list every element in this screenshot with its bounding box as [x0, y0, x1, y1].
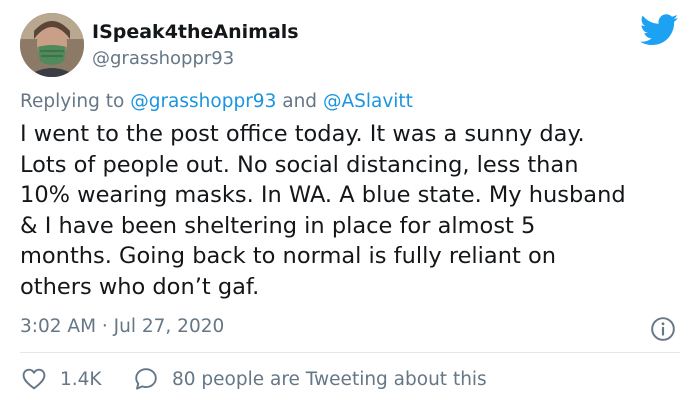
- tweet-text: I went to the post office today. It was …: [20, 119, 688, 303]
- tweet-text-line: Lots of people out. No social distancing…: [20, 151, 579, 178]
- tweet-timestamp[interactable]: 3:02 AM · Jul 27, 2020: [20, 316, 224, 337]
- author-display-name[interactable]: ISpeak4theAnimals: [92, 21, 299, 43]
- tweet-text-line: others who don’t gaf.: [20, 273, 260, 300]
- like-count: 1.4K: [60, 368, 102, 390]
- conversation-link[interactable]: 80 people are Tweeting about this: [134, 366, 487, 392]
- reply-mention-link[interactable]: @grasshoppr93: [130, 91, 276, 112]
- reply-mention-link[interactable]: @ASlavitt: [323, 91, 413, 112]
- tweet-text-line: months. Going back to normal is fully re…: [20, 243, 556, 270]
- tweet-text-line: I went to the post office today. It was …: [20, 121, 585, 147]
- avatar-image: [20, 13, 84, 77]
- reply-prefix: Replying to: [20, 91, 125, 112]
- heart-icon: [22, 368, 46, 390]
- twitter-bird-icon[interactable]: [640, 14, 678, 46]
- speech-bubble-icon: [135, 368, 157, 390]
- tweet-text-line: 10% wearing masks. In WA. A blue state. …: [20, 182, 626, 209]
- author-handle[interactable]: @grasshoppr93: [92, 48, 234, 69]
- avatar[interactable]: [20, 13, 84, 77]
- reply-joiner: and: [282, 91, 318, 112]
- divider: [20, 352, 680, 353]
- tweet-text-line: & I have been sheltering in place for al…: [20, 212, 536, 239]
- info-icon[interactable]: [650, 316, 676, 342]
- conversation-label: 80 people are Tweeting about this: [172, 368, 487, 390]
- reply-context: Replying to @grasshoppr93 and @ASlavitt: [20, 91, 413, 112]
- like-button[interactable]: 1.4K: [22, 366, 102, 392]
